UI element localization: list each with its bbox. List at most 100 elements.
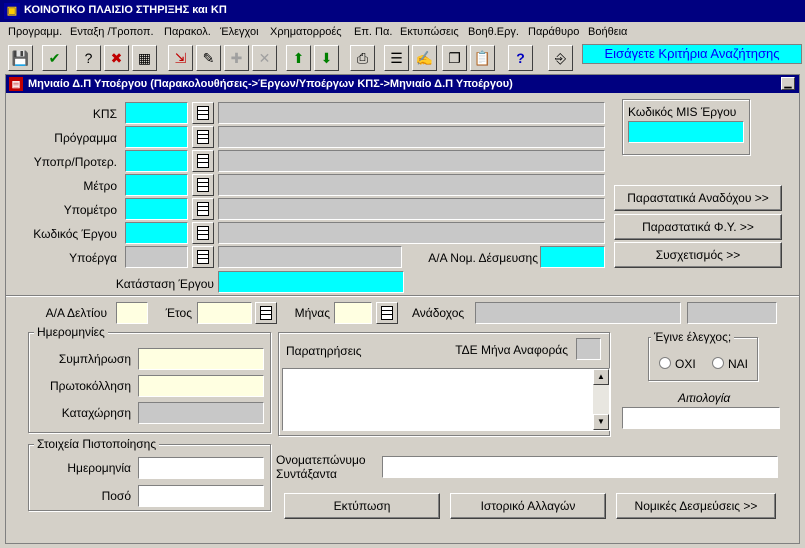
label-aa-deltiou: Α/Α Δελτίου bbox=[45, 306, 107, 320]
scroll-up-icon[interactable]: ▲ bbox=[593, 369, 609, 385]
etos-field[interactable] bbox=[197, 302, 252, 324]
label-ypometro: Υπομέτρο bbox=[63, 203, 117, 217]
exit-door-icon[interactable]: ⎆ bbox=[548, 45, 573, 71]
programma-desc-field[interactable] bbox=[218, 126, 605, 148]
window-icon: ▤ bbox=[9, 77, 23, 91]
menu-item-parathyro[interactable]: Παράθυρο bbox=[528, 26, 579, 38]
kataxorisi-field[interactable] bbox=[138, 402, 264, 424]
delete-icon[interactable]: ✕ bbox=[252, 45, 277, 71]
scroll-down-icon[interactable]: ▼ bbox=[593, 414, 609, 430]
programma-lov-icon[interactable] bbox=[192, 126, 214, 148]
label-oxi: ΟΧΙ bbox=[675, 357, 696, 371]
ypometro-lov-icon[interactable] bbox=[192, 198, 214, 220]
metro-desc-field[interactable] bbox=[218, 174, 605, 196]
tde-mina-field[interactable] bbox=[576, 338, 601, 360]
print-icon[interactable]: ⎙ bbox=[350, 45, 375, 71]
programma-code-field[interactable] bbox=[125, 126, 188, 148]
label-onomateponymo: Ονοματεπώνυμο bbox=[276, 453, 366, 467]
radio-nai[interactable] bbox=[712, 357, 724, 369]
anadoxos-code-field[interactable] bbox=[687, 302, 777, 324]
label-kps: ΚΠΣ bbox=[92, 107, 117, 121]
menu-item-parakol[interactable]: Παρακολ. bbox=[164, 26, 211, 38]
down-arrow-icon[interactable]: ⬇ bbox=[314, 45, 339, 71]
label-aitiologia: Αιτιολογία bbox=[678, 391, 731, 405]
paratiriseis-textarea[interactable] bbox=[282, 368, 610, 431]
ypoerga-lov-icon[interactable] bbox=[192, 246, 214, 268]
kodikos-ergou-lov-icon[interactable] bbox=[192, 222, 214, 244]
aa-nom-desmeysis-field[interactable] bbox=[540, 246, 605, 268]
ypoprogramma-desc-field[interactable] bbox=[218, 150, 605, 172]
menu-item-xrimatorroes[interactable]: Χρηματορροές bbox=[270, 26, 342, 38]
calculator-icon[interactable]: ▦ bbox=[132, 45, 157, 71]
anadoxos-field[interactable] bbox=[475, 302, 681, 324]
check-icon[interactable]: ✔ bbox=[42, 45, 67, 71]
list-icon[interactable]: ☰ bbox=[384, 45, 409, 71]
add-icon[interactable]: ✚ bbox=[224, 45, 249, 71]
paste-icon[interactable]: 📋 bbox=[470, 45, 495, 71]
help-icon[interactable]: ? bbox=[508, 45, 533, 71]
minimize-button[interactable]: ▁ bbox=[781, 77, 795, 90]
protokollisi-field[interactable] bbox=[138, 375, 264, 397]
check-group-title: Έγινε έλεγχος; bbox=[651, 330, 735, 344]
label-nai: ΝΑΙ bbox=[728, 357, 749, 371]
kps-code-field[interactable] bbox=[125, 102, 188, 124]
mis-code-field[interactable] bbox=[628, 121, 744, 143]
radio-oxi[interactable] bbox=[659, 357, 671, 369]
label-katastasi-ergou: Κατάσταση Έργου bbox=[115, 277, 214, 291]
copy-icon[interactable]: ❐ bbox=[442, 45, 467, 71]
menu-item-ep-pa[interactable]: Επ. Πα. bbox=[354, 26, 392, 38]
label-mis-code: Κωδικός MIS Έργου bbox=[628, 105, 737, 119]
symplirosi-field[interactable] bbox=[138, 348, 264, 370]
ektyposi-button[interactable]: Εκτύπωση bbox=[284, 493, 440, 519]
ypometro-code-field[interactable] bbox=[125, 198, 188, 220]
metro-code-field[interactable] bbox=[125, 174, 188, 196]
kps-desc-field[interactable] bbox=[218, 102, 605, 124]
label-minas: Μήνας bbox=[294, 306, 330, 320]
istoriko-allagon-button[interactable]: Ιστορικό Αλλαγών bbox=[450, 493, 606, 519]
edit-note-icon[interactable]: ✍ bbox=[412, 45, 437, 71]
label-imerominia: Ημερομηνία bbox=[67, 461, 131, 475]
kps-lov-icon[interactable] bbox=[192, 102, 214, 124]
aa-deltiou-field[interactable] bbox=[116, 302, 148, 324]
ypoerga-desc-field[interactable] bbox=[218, 246, 402, 268]
minas-field[interactable] bbox=[334, 302, 372, 324]
ypometro-desc-field[interactable] bbox=[218, 198, 605, 220]
dates-group-title: Ημερομηνίες bbox=[34, 325, 108, 339]
label-ypoprogramma: Υποπρ/Προτερ. bbox=[33, 155, 117, 169]
menu-item-voith-erg[interactable]: Βοηθ.Εργ. bbox=[468, 26, 519, 38]
menu-item-voitheia[interactable]: Βοήθεια bbox=[588, 26, 627, 38]
cert-amount-field[interactable] bbox=[138, 485, 264, 507]
label-poso: Ποσό bbox=[101, 489, 131, 503]
sysxetismos-button[interactable]: Συσχετισμός >> bbox=[614, 242, 782, 268]
kodikos-ergou-code-field[interactable] bbox=[125, 222, 188, 244]
ypoerga-code-field[interactable] bbox=[125, 246, 188, 268]
edit-icon[interactable]: ✎ bbox=[196, 45, 221, 71]
kodikos-ergou-desc-field[interactable] bbox=[218, 222, 605, 244]
menu-item-programm[interactable]: Προγραμμ. bbox=[8, 26, 62, 38]
etos-lov-icon[interactable] bbox=[255, 302, 277, 324]
query-icon[interactable]: ? bbox=[76, 45, 101, 71]
up-arrow-icon[interactable]: ⬆ bbox=[286, 45, 311, 71]
save-icon[interactable]: 💾 bbox=[8, 45, 33, 71]
aitiologia-field[interactable] bbox=[622, 407, 780, 429]
metro-lov-icon[interactable] bbox=[192, 174, 214, 196]
cert-date-field[interactable] bbox=[138, 457, 264, 479]
app-icon: ▣ bbox=[4, 3, 20, 19]
label-etos: Έτος bbox=[165, 306, 192, 320]
minas-lov-icon[interactable] bbox=[376, 302, 398, 324]
parastatika-fy-button[interactable]: Παραστατικά Φ.Υ. >> bbox=[614, 214, 782, 240]
ypoprogramma-lov-icon[interactable] bbox=[192, 150, 214, 172]
hint-field: Εισάγετε Κριτήρια Αναζήτησης bbox=[582, 44, 802, 64]
exit-icon[interactable]: ⇲ bbox=[168, 45, 193, 71]
cert-group-title: Στοιχεία Πιστοποίησης bbox=[34, 437, 160, 451]
cancel-query-icon[interactable]: ✖ bbox=[104, 45, 129, 71]
ypoprogramma-code-field[interactable] bbox=[125, 150, 188, 172]
menu-item-entaxi[interactable]: Ενταξη /Τροποπ. bbox=[70, 26, 154, 38]
menu-item-ektyposeis[interactable]: Εκτυπώσεις bbox=[400, 26, 459, 38]
label-paratiriseis: Παρατηρήσεις bbox=[286, 344, 362, 358]
syntaxanta-field[interactable] bbox=[382, 456, 778, 478]
nomikes-desmeyseis-button[interactable]: Νομικές Δεσμεύσεις >> bbox=[616, 493, 776, 519]
menu-item-elegxoi[interactable]: Έλεγχοι bbox=[220, 26, 259, 38]
katastasi-ergou-field[interactable] bbox=[218, 271, 404, 293]
parastatika-anadoxou-button[interactable]: Παραστατικά Αναδόχου >> bbox=[614, 185, 782, 211]
